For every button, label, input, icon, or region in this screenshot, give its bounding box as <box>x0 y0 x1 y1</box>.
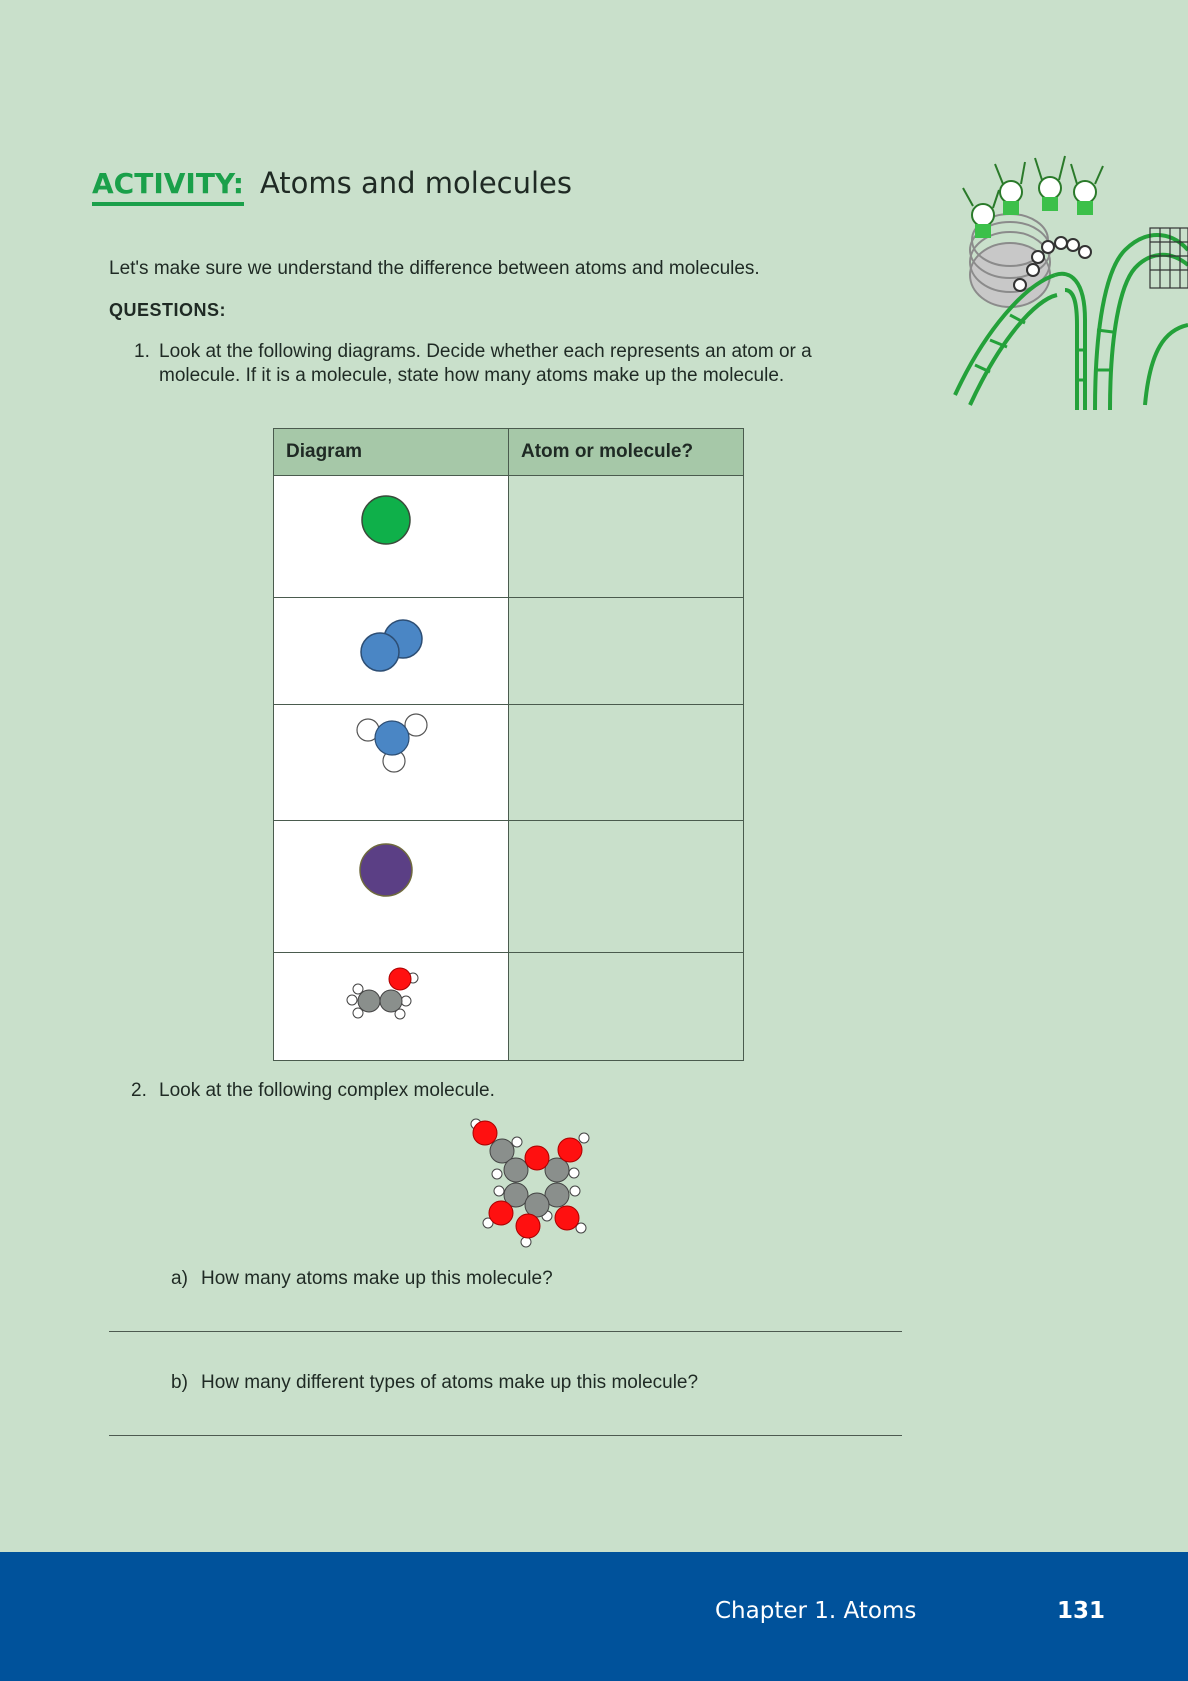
table-row <box>273 704 744 821</box>
blue-diatomic-molecule-diagram <box>360 618 423 672</box>
table-row <box>273 820 744 953</box>
answer-line-2a[interactable] <box>109 1331 902 1332</box>
answer-cell[interactable] <box>508 475 744 598</box>
roller-coaster-illustration <box>953 155 1188 411</box>
ammonia-molecule-diagram <box>356 712 428 773</box>
question-2-number: 2. <box>131 1080 147 1101</box>
diagram-cell <box>273 475 509 598</box>
activity-heading: ACTIVITY: Atoms and molecules <box>92 166 572 206</box>
question-2b-label: b) <box>171 1372 188 1393</box>
atom-molecule-table: Diagram Atom or molecule? <box>273 428 744 1061</box>
questions-heading: QUESTIONS: <box>109 300 227 320</box>
question-2b: b) How many different types of atoms mak… <box>171 1372 698 1394</box>
chapter-title: Chapter 1. Atoms <box>715 1598 917 1624</box>
green-atom-diagram <box>361 495 411 545</box>
question-1: 1. Look at the following diagrams. Decid… <box>134 340 894 388</box>
question-2-text: Look at the following complex molecule. <box>159 1080 495 1101</box>
diagram-cell <box>273 597 509 705</box>
question-2: 2. Look at the following complex molecul… <box>131 1080 495 1102</box>
ethanol-molecule-diagram <box>346 967 419 1020</box>
answer-cell[interactable] <box>508 597 744 705</box>
table-row <box>273 597 744 705</box>
activity-title: Atoms and molecules <box>259 166 572 200</box>
page-number: 131 <box>1057 1598 1106 1624</box>
activity-label: ACTIVITY: <box>92 167 244 206</box>
answer-line-2b[interactable] <box>109 1435 902 1436</box>
intro-text: Let's make sure we understand the differ… <box>109 258 760 279</box>
question-2a-text: How many atoms make up this molecule? <box>201 1268 553 1289</box>
question-2a: a) How many atoms make up this molecule? <box>171 1268 553 1290</box>
table-row <box>273 952 744 1061</box>
answer-cell[interactable] <box>508 820 744 953</box>
question-1-text: Look at the following diagrams. Decide w… <box>159 341 812 386</box>
purple-atom-diagram <box>359 843 413 897</box>
diagram-cell <box>273 704 509 821</box>
question-1-number: 1. <box>134 341 150 362</box>
answer-cell[interactable] <box>508 704 744 821</box>
question-2b-text: How many different types of atoms make u… <box>201 1372 699 1393</box>
diagram-cell <box>273 820 509 953</box>
question-2a-label: a) <box>171 1268 188 1289</box>
answer-cell[interactable] <box>508 952 744 1061</box>
page-footer: Chapter 1. Atoms 131 <box>0 1552 1188 1681</box>
diagram-cell <box>273 952 509 1061</box>
complex-molecule-diagram <box>470 1118 590 1248</box>
table-header-row: Diagram Atom or molecule? <box>273 428 744 476</box>
column-header-answer: Atom or molecule? <box>508 428 744 476</box>
table-row <box>273 475 744 598</box>
column-header-diagram: Diagram <box>273 428 509 476</box>
